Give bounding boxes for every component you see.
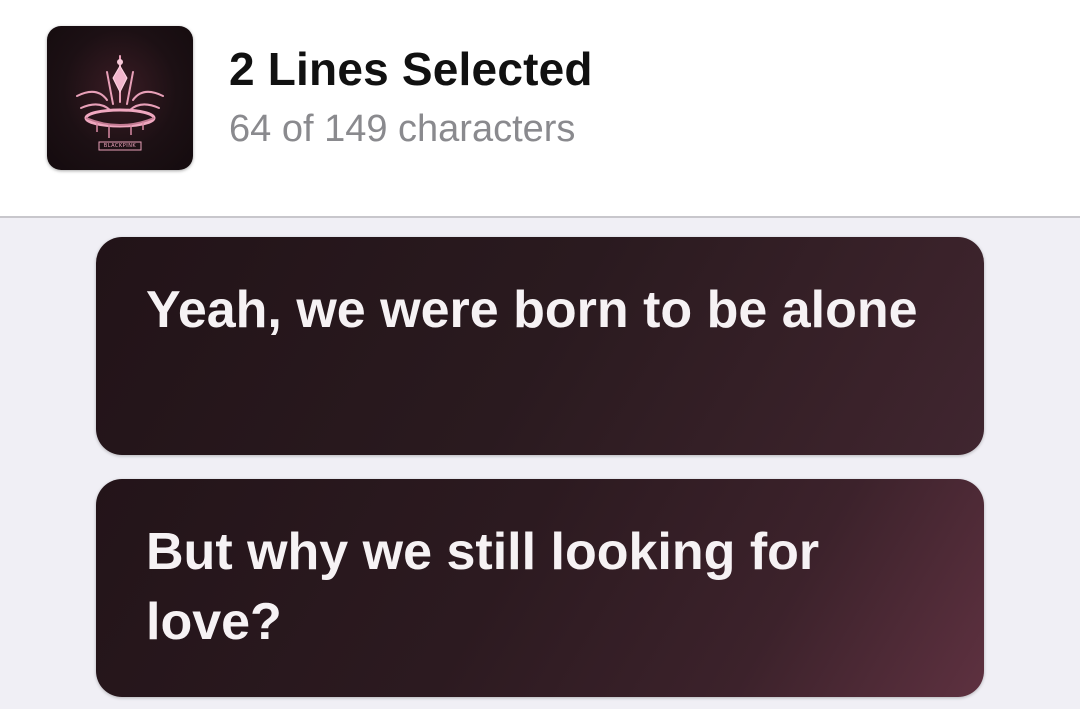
lyric-line-card[interactable]: Yeah, we were born to be alone: [96, 237, 984, 455]
artwork-logo-text: BLACKPINK: [103, 143, 137, 149]
selection-header: BLACKPINK 2 Lines Selected 64 of 149 cha…: [0, 0, 1080, 218]
lyric-line-text: Yeah, we were born to be alone: [146, 281, 918, 339]
lyric-line-text: But why we still looking for love?: [146, 523, 820, 651]
lyric-line-card[interactable]: But why we still looking for love?: [96, 479, 984, 697]
album-artwork: BLACKPINK: [47, 26, 193, 170]
character-count: 64 of 149 characters: [229, 108, 576, 150]
selection-title: 2 Lines Selected: [229, 43, 593, 95]
